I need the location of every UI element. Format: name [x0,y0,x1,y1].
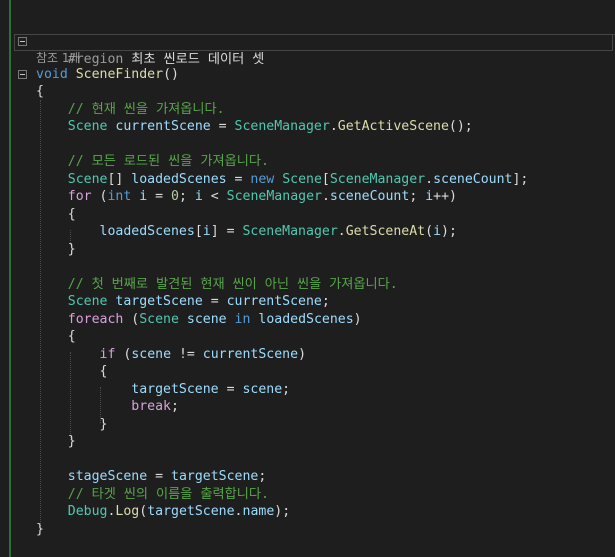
code-line[interactable]: Scene currentScene = SceneManager.GetAct… [36,118,473,136]
code-line[interactable]: } [36,433,76,451]
code-line[interactable]: for (int i = 0; i < SceneManager.sceneCo… [36,188,457,206]
code-editor[interactable]: #region 최초 씬로드 데이터 셋 참조 1개 void SceneFin… [0,0,615,557]
code-line[interactable]: // 첫 번째로 발견된 현재 씬이 아닌 씬을 가져옵니다. [36,276,398,294]
code-line[interactable]: Debug.Log(targetScene.name); [36,503,290,521]
code-line[interactable]: foreach (Scene scene in loadedScenes) [36,311,362,329]
code-line[interactable]: // 타겟 씬의 이름을 출력합니다. [36,486,269,504]
code-line[interactable]: { [36,83,44,101]
code-line[interactable]: Scene[] loadedScenes = new Scene[SceneMa… [36,171,529,189]
code-line[interactable]: // 현재 씬을 가져옵니다. [36,101,225,119]
code-line[interactable]: { [36,328,76,346]
references-codelens[interactable]: 참조 1개 [36,50,81,66]
code-line[interactable]: Scene targetScene = currentScene; [36,293,330,311]
code-line[interactable]: loadedScenes[i] = SceneManager.GetSceneA… [36,223,457,241]
code-line[interactable]: void SceneFinder() [36,66,179,84]
code-line[interactable]: } [36,416,108,434]
code-line[interactable]: } [36,241,76,259]
change-tracking-bar [9,0,11,557]
code-line[interactable]: stageScene = targetScene; [36,468,267,486]
code-line[interactable]: } [36,521,44,539]
code-line[interactable]: { [36,363,108,381]
collapse-method-icon[interactable] [18,70,27,79]
code-line-region[interactable]: #region 최초 씬로드 데이터 셋 [36,33,265,67]
code-line[interactable]: if (scene != currentScene) [36,346,306,364]
code-line[interactable]: { [36,206,76,224]
code-line[interactable]: break; [36,398,179,416]
code-line[interactable]: // 모든 로드된 씬을 가져옵니다. [36,153,269,171]
code-line[interactable]: targetScene = scene; [36,381,290,399]
region-title: 최초 씬로드 데이터 셋 [131,51,265,67]
collapse-region-icon[interactable] [18,37,27,46]
